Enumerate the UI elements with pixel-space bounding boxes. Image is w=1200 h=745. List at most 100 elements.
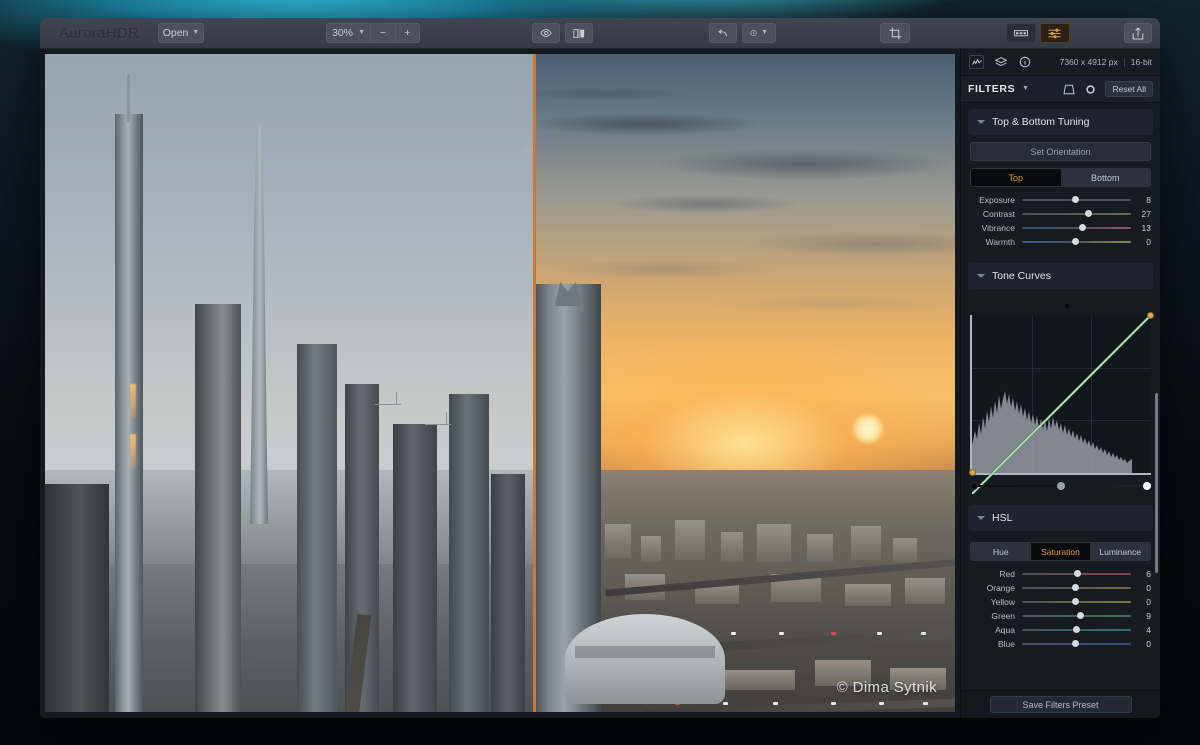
blue-channel-dot[interactable] bbox=[1077, 304, 1081, 308]
slider-track[interactable] bbox=[1022, 238, 1131, 245]
slider-aqua[interactable]: Aqua 4 bbox=[970, 623, 1151, 637]
slider-track[interactable] bbox=[1022, 640, 1131, 647]
compare-split-button[interactable] bbox=[565, 23, 593, 43]
tab-luminance[interactable]: Luminance bbox=[1090, 543, 1150, 560]
slider-red[interactable]: Red 6 bbox=[970, 567, 1151, 581]
crop-button[interactable] bbox=[880, 23, 910, 43]
panel-scrollbar[interactable] bbox=[1155, 393, 1158, 573]
slider-vibrance[interactable]: Vibrance 13 bbox=[970, 221, 1151, 235]
slider-label: Vibrance bbox=[981, 223, 1015, 233]
crop-group bbox=[880, 23, 910, 43]
slider-value: 13 bbox=[1141, 223, 1151, 233]
slider-orange[interactable]: Orange 0 bbox=[970, 581, 1151, 595]
tab-hue[interactable]: Hue bbox=[971, 543, 1031, 560]
building bbox=[675, 520, 705, 560]
zoom-in-label: + bbox=[404, 27, 411, 39]
tab-top[interactable]: Top bbox=[971, 169, 1061, 186]
zoom-out-button[interactable]: − bbox=[370, 23, 395, 43]
slider-track[interactable] bbox=[1022, 210, 1131, 217]
black-point-handle[interactable] bbox=[970, 482, 978, 490]
reset-all-button[interactable]: Reset All bbox=[1105, 81, 1153, 97]
editor-mode-group bbox=[1006, 23, 1070, 43]
building bbox=[115, 114, 143, 712]
crop-icon bbox=[889, 27, 901, 39]
open-button[interactable]: Open ▼ bbox=[158, 23, 204, 43]
slider-label: Green bbox=[991, 611, 1015, 621]
green-channel-dot[interactable] bbox=[1064, 304, 1069, 308]
open-group: Open ▼ bbox=[158, 23, 204, 43]
curve-control-point-white[interactable] bbox=[1147, 312, 1154, 319]
red-channel-dot[interactable] bbox=[1053, 304, 1057, 308]
rgb-channel-dot[interactable] bbox=[1041, 304, 1045, 308]
slider-exposure[interactable]: Exposure 8 bbox=[970, 193, 1151, 207]
share-icon bbox=[1132, 26, 1144, 39]
gear-icon[interactable] bbox=[1083, 82, 1098, 96]
slider-track[interactable] bbox=[1022, 570, 1131, 577]
zoom-level-select[interactable]: 30% ▼ bbox=[326, 23, 370, 43]
chevron-down-icon[interactable]: ▼ bbox=[1022, 85, 1029, 92]
slider-blue[interactable]: Blue 0 bbox=[970, 637, 1151, 651]
before-after-split-handle[interactable] bbox=[533, 54, 536, 712]
slider-yellow[interactable]: Yellow 0 bbox=[970, 595, 1151, 609]
building bbox=[605, 524, 631, 558]
share-button[interactable] bbox=[1124, 23, 1152, 43]
layers-icon[interactable] bbox=[993, 55, 1008, 69]
building bbox=[721, 532, 743, 562]
slider-value: 0 bbox=[1146, 597, 1151, 607]
photo-watermark: © Dima Sytnik bbox=[836, 679, 937, 696]
curve-control-point-black[interactable] bbox=[969, 469, 976, 476]
slider-track[interactable] bbox=[1022, 584, 1131, 591]
slider-contrast[interactable]: Contrast 27 bbox=[970, 207, 1151, 221]
top-bottom-tabs: Top Bottom bbox=[970, 168, 1151, 187]
slider-label: Contrast bbox=[982, 209, 1015, 219]
slider-track[interactable] bbox=[1022, 598, 1131, 605]
slider-track[interactable] bbox=[1022, 612, 1131, 619]
section-top-bottom-tuning[interactable]: Top & Bottom Tuning bbox=[968, 109, 1153, 135]
histogram-icon[interactable] bbox=[969, 55, 984, 69]
filters-scroll-area[interactable]: Top & Bottom Tuning Set Orientation Top … bbox=[961, 103, 1160, 718]
presets-button[interactable] bbox=[1006, 23, 1036, 43]
filters-panel-button[interactable] bbox=[1040, 23, 1070, 43]
slider-value: 0 bbox=[1146, 583, 1151, 593]
white-point-handle[interactable] bbox=[1143, 482, 1151, 490]
tone-curve-graph[interactable] bbox=[969, 312, 1154, 476]
slider-value: 6 bbox=[1146, 569, 1151, 579]
slider-value: 0 bbox=[1146, 639, 1151, 649]
history-clock-icon bbox=[750, 29, 757, 37]
save-filters-preset-button[interactable]: Save Filters Preset bbox=[989, 696, 1132, 713]
desktop-background: AuroraHDR Open ▼ 30% ▼ − + ▼ © Dima Sytn… bbox=[0, 0, 1200, 745]
section-tone-curves[interactable]: Tone Curves bbox=[968, 263, 1153, 289]
mid-point-handle[interactable] bbox=[1056, 482, 1065, 490]
zoom-in-button[interactable]: + bbox=[395, 23, 420, 43]
building bbox=[893, 538, 917, 562]
building bbox=[757, 524, 791, 562]
tab-bottom[interactable]: Bottom bbox=[1060, 169, 1150, 186]
undo-button[interactable] bbox=[709, 23, 737, 43]
tone-range-slider[interactable] bbox=[970, 482, 1151, 491]
slider-green[interactable]: Green 9 bbox=[970, 609, 1151, 623]
slider-track[interactable] bbox=[1022, 196, 1131, 203]
slider-value: 0 bbox=[1146, 237, 1151, 247]
building bbox=[297, 344, 337, 712]
section-hsl[interactable]: HSL bbox=[968, 505, 1153, 531]
slider-label: Red bbox=[999, 569, 1015, 579]
chevron-down-icon: ▼ bbox=[192, 28, 200, 36]
slider-track[interactable] bbox=[1022, 626, 1131, 633]
domed-building bbox=[565, 614, 725, 704]
set-orientation-button[interactable]: Set Orientation bbox=[970, 142, 1151, 161]
tab-saturation[interactable]: Saturation bbox=[1030, 543, 1091, 560]
building bbox=[845, 584, 891, 606]
image-canvas[interactable]: © Dima Sytnik bbox=[45, 54, 955, 712]
info-icon[interactable] bbox=[1017, 55, 1032, 69]
history-button[interactable]: ▼ bbox=[742, 23, 776, 43]
top-bottom-sliders: Exposure 8 Contrast 27 Vibrance 13 Warmt… bbox=[970, 193, 1151, 249]
slider-track[interactable] bbox=[1022, 224, 1131, 231]
top-bottom-body: Set Orientation Top Bottom Exposure 8 Co… bbox=[961, 135, 1160, 257]
building bbox=[725, 670, 795, 690]
split-compare-icon bbox=[573, 28, 585, 38]
eye-icon bbox=[540, 29, 552, 37]
preview-toggle-button[interactable] bbox=[532, 23, 560, 43]
filters-header-bar: FILTERS ▼ Reset All bbox=[961, 76, 1160, 103]
slider-warmth[interactable]: Warmth 0 bbox=[970, 235, 1151, 249]
transform-icon[interactable] bbox=[1061, 82, 1076, 96]
